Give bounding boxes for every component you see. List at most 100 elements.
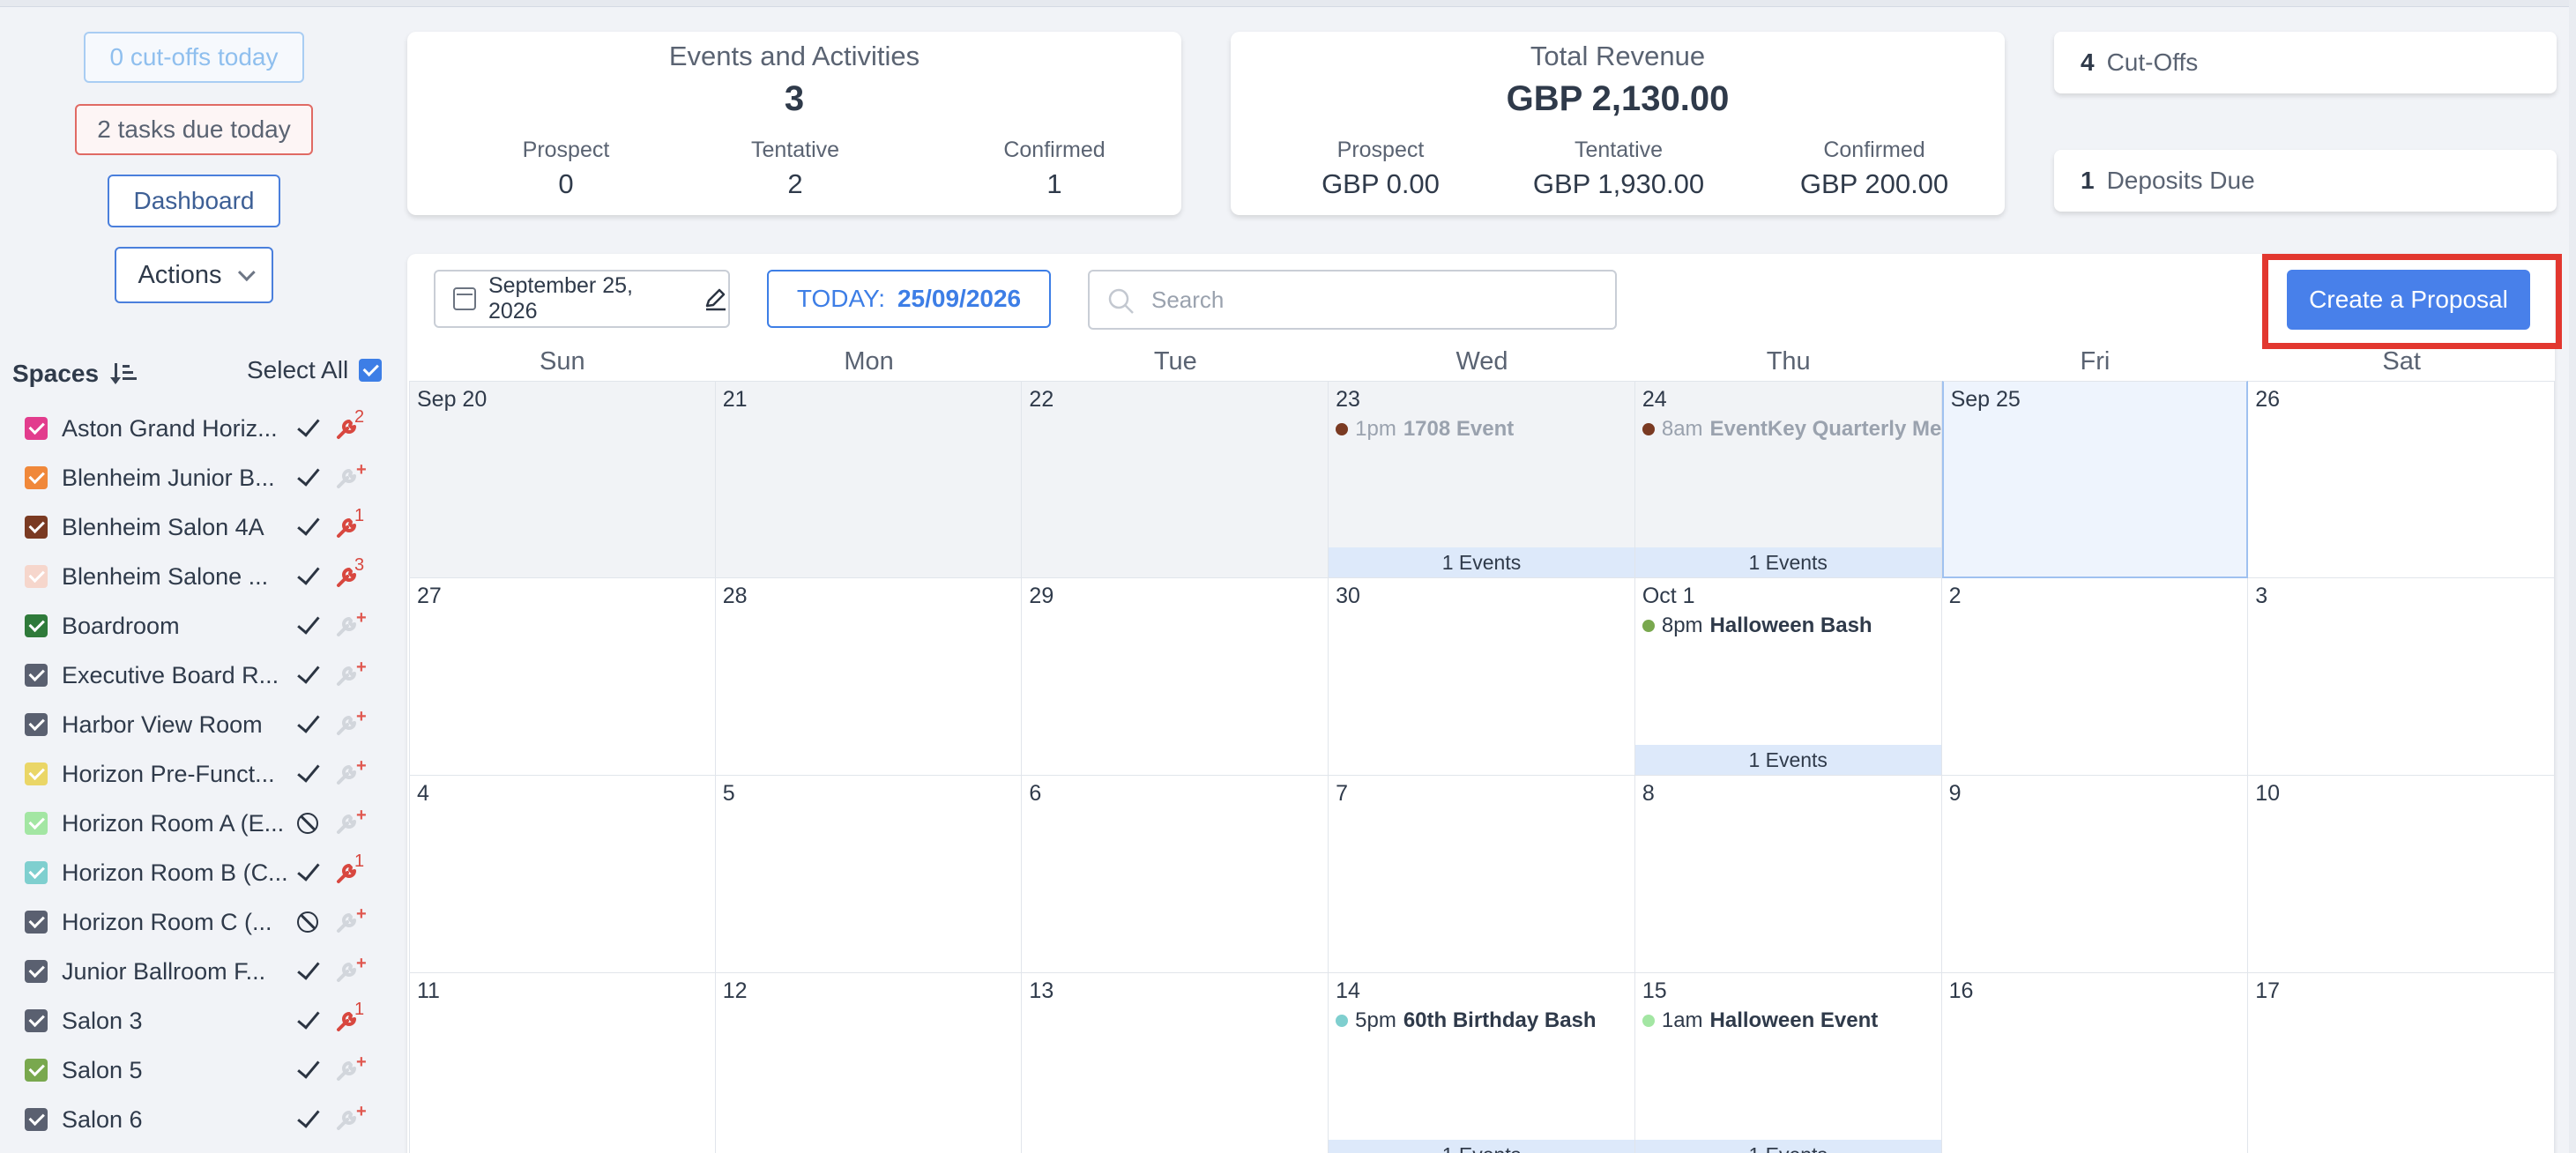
calendar-day[interactable]: 2 — [1941, 578, 2249, 776]
events-count-bar[interactable]: 1 Events — [1634, 547, 1941, 577]
space-checkbox[interactable] — [25, 960, 48, 983]
space-row[interactable]: Blenheim Salone ... 3 — [0, 552, 388, 601]
calendar-day[interactable]: 21 — [715, 381, 1023, 578]
maintenance-wrench-icon[interactable]: 2 — [335, 407, 374, 446]
space-row[interactable]: Horizon Room C (... + — [0, 897, 388, 947]
calendar-day[interactable]: 13 — [1022, 973, 1329, 1153]
space-checkbox[interactable] — [25, 565, 48, 588]
maintenance-wrench-icon[interactable]: 3 — [335, 555, 374, 594]
calendar-day[interactable]: 26 — [2248, 381, 2555, 578]
calendar-event[interactable]: 1am Halloween Event — [1642, 1008, 1878, 1033]
maintenance-wrench-icon[interactable]: + — [335, 806, 374, 841]
space-row[interactable]: Salon 5 + — [0, 1045, 388, 1095]
calendar-event[interactable]: 8amEventKey Quarterly Meeting — [1642, 417, 1941, 442]
events-count-bar[interactable]: 1 Events — [1634, 1140, 1941, 1153]
create-proposal-button[interactable]: Create a Proposal — [2287, 270, 2530, 330]
space-row[interactable]: Executive Board R... + — [0, 651, 388, 700]
space-row[interactable]: Salon 3 1 — [0, 996, 388, 1045]
maintenance-wrench-icon[interactable]: + — [335, 707, 374, 742]
space-checkbox[interactable] — [25, 417, 48, 440]
space-checkbox[interactable] — [25, 861, 48, 884]
sort-icon[interactable] — [110, 361, 138, 386]
space-checkbox[interactable] — [25, 516, 48, 539]
calendar-day[interactable]: 17 — [2248, 973, 2555, 1153]
maintenance-wrench-icon[interactable]: 1 — [335, 852, 374, 890]
space-row[interactable]: Horizon Pre-Funct... + — [0, 749, 388, 799]
space-row[interactable]: Blenheim Junior B... + — [0, 453, 388, 502]
calendar-day[interactable]: 22 — [1022, 381, 1329, 578]
calendar-day[interactable]: 5 — [715, 776, 1023, 973]
calendar-day[interactable]: 28 — [715, 578, 1023, 776]
search-input[interactable] — [1151, 282, 1592, 317]
tasks-due-button[interactable]: 2 tasks due today — [75, 104, 313, 155]
cutoffs-today-button[interactable]: 0 cut-offs today — [84, 32, 304, 83]
calendar-day[interactable]: 14 5pm 60th Birthday Bash 1 Events — [1329, 973, 1635, 1153]
select-all-checkbox[interactable] — [359, 359, 383, 382]
calendar-day[interactable]: 27 — [409, 578, 716, 776]
space-checkbox[interactable] — [25, 911, 48, 934]
space-row[interactable]: Harbor View Room + — [0, 700, 388, 749]
calendar-day[interactable]: 12 — [715, 973, 1023, 1153]
calendar-day[interactable]: 24 8amEventKey Quarterly Meeting 1 Events — [1634, 381, 1942, 578]
calendar-day[interactable]: Oct 1 8pm Halloween Bash 1 Events — [1634, 578, 1942, 776]
calendar-day[interactable]: 10 — [2248, 776, 2555, 973]
calendar-day[interactable]: 8 — [1634, 776, 1942, 973]
space-row[interactable]: Junior Ballroom F... + — [0, 947, 388, 996]
space-checkbox[interactable] — [25, 1108, 48, 1131]
calendar-event[interactable]: 1pm 1708 Event — [1336, 417, 1514, 442]
day-number: 21 — [722, 387, 748, 412]
maintenance-wrench-icon[interactable]: 1 — [335, 1000, 374, 1038]
space-row[interactable]: Horizon Room A (E... + — [0, 799, 388, 848]
calendar-day-today[interactable]: Sep 25 — [1941, 381, 2249, 578]
maintenance-wrench-icon[interactable]: + — [335, 460, 374, 495]
space-checkbox[interactable] — [25, 812, 48, 835]
events-count-bar[interactable]: 1 Events — [1329, 1140, 1634, 1153]
calendar-day[interactable]: 30 — [1329, 578, 1635, 776]
space-checkbox[interactable] — [25, 614, 48, 637]
space-checkbox[interactable] — [25, 1059, 48, 1082]
select-all[interactable]: Select All — [247, 356, 383, 384]
cutoffs-card[interactable]: 4 Cut-Offs — [2054, 32, 2557, 93]
calendar-day[interactable]: 3 — [2248, 578, 2555, 776]
space-checkbox[interactable] — [25, 713, 48, 736]
space-row[interactable]: Aston Grand Horiz... 2 — [0, 404, 388, 453]
calendar-day[interactable]: Sep 20 — [409, 381, 716, 578]
calendar-day[interactable]: 23 1pm 1708 Event 1 Events — [1329, 381, 1635, 578]
pencil-icon[interactable] — [704, 286, 728, 311]
space-checkbox[interactable] — [25, 664, 48, 687]
space-checkbox[interactable] — [25, 762, 48, 785]
calendar-day[interactable]: 9 — [1941, 776, 2249, 973]
today-button[interactable]: TODAY: 25/09/2026 — [767, 270, 1051, 328]
calendar-day[interactable]: 16 — [1941, 973, 2249, 1153]
deposits-due-card[interactable]: 1 Deposits Due — [2054, 150, 2557, 212]
space-row[interactable]: Blenheim Salon 4A 1 — [0, 502, 388, 552]
maintenance-wrench-icon[interactable]: + — [335, 756, 374, 792]
maintenance-wrench-icon[interactable]: + — [335, 904, 374, 940]
maintenance-wrench-icon[interactable]: + — [335, 658, 374, 693]
date-picker[interactable]: September 25, 2026 — [434, 270, 730, 328]
maintenance-wrench-icon[interactable]: + — [335, 608, 374, 643]
actions-dropdown[interactable]: Actions — [115, 247, 273, 303]
calendar-day[interactable]: 7 — [1329, 776, 1635, 973]
space-checkbox[interactable] — [25, 466, 48, 489]
calendar-day[interactable]: 15 1amHalloween Event 1 Events — [1634, 973, 1942, 1153]
today-date: 25/09/2026 — [897, 285, 1022, 312]
maintenance-wrench-icon[interactable]: + — [335, 1053, 374, 1088]
maintenance-wrench-icon[interactable]: + — [335, 954, 374, 989]
calendar-day[interactable]: 6 — [1022, 776, 1329, 973]
calendar-day[interactable]: 4 — [409, 776, 716, 973]
dashboard-button[interactable]: Dashboard — [108, 175, 280, 227]
calendar-event[interactable]: 8pm Halloween Bash — [1642, 614, 1872, 638]
maintenance-wrench-icon[interactable]: + — [335, 1102, 374, 1137]
maintenance-wrench-icon[interactable]: 1 — [335, 506, 374, 545]
space-row[interactable]: Boardroom + — [0, 601, 388, 651]
events-count-bar[interactable]: 1 Events — [1329, 547, 1634, 577]
search-box[interactable] — [1088, 270, 1617, 330]
space-row[interactable]: Horizon Room B (C... 1 — [0, 848, 388, 897]
space-row[interactable]: Salon 6 + — [0, 1095, 388, 1144]
calendar-day[interactable]: 11 — [409, 973, 716, 1153]
calendar-event[interactable]: 5pm 60th Birthday Bash — [1336, 1008, 1597, 1033]
calendar-day[interactable]: 29 — [1022, 578, 1329, 776]
space-checkbox[interactable] — [25, 1009, 48, 1032]
events-count-bar[interactable]: 1 Events — [1634, 745, 1941, 775]
